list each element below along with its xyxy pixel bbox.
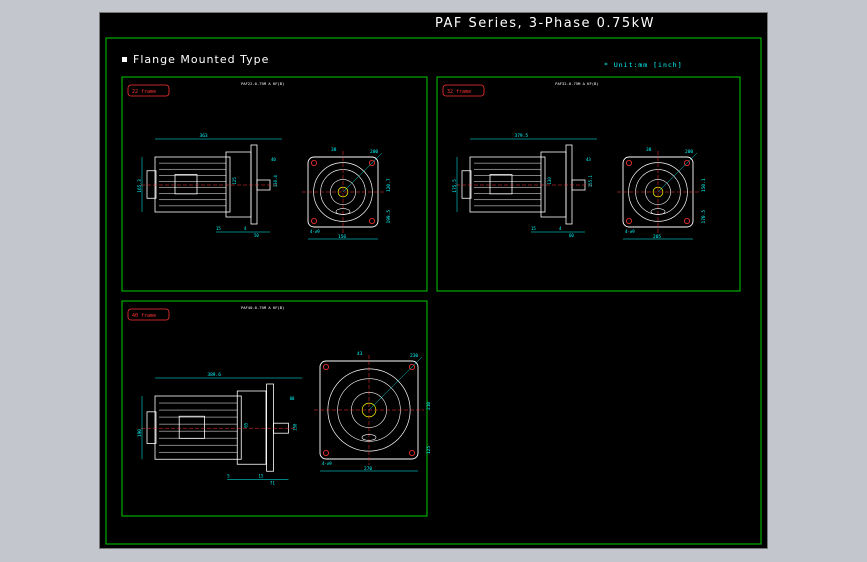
dim-flange: 150 [293, 423, 298, 431]
dim-length: 379.5 [515, 133, 529, 139]
dim-length: 363 [200, 133, 208, 139]
dim-small: 15 [531, 226, 536, 231]
motor-body [469, 156, 546, 213]
bolt-hole [408, 449, 415, 456]
bolt-hole [684, 217, 691, 224]
frame-tag: 32 frame [447, 89, 471, 95]
section-bullet [122, 57, 127, 62]
dim-w2: 125 [426, 446, 432, 454]
dim-flange: 130.4 [273, 175, 278, 188]
dim-bolt: 4-⌀9 [310, 229, 320, 234]
drawing-canvas: PAF Series, 3-Phase 0.75kW Flange Mounte… [105, 16, 762, 545]
dim-gearhead: 65 [243, 422, 248, 427]
dim-gearhead: 125 [232, 177, 237, 185]
dim-height: 190 [137, 429, 143, 437]
frame-tag: 40 frame [132, 313, 156, 319]
dim-shaft: 43 [586, 157, 591, 162]
bolt-hole [322, 363, 329, 370]
dim-d1: 4 [244, 226, 247, 231]
dim-p1: 38 [331, 147, 337, 153]
dim-shaft: 40 [271, 157, 276, 162]
frame-tag: 22 frame [132, 89, 156, 95]
model-label: PAF22-0.75M A KF(B) [241, 81, 284, 86]
motor-body [154, 156, 231, 213]
terminal-box [174, 174, 198, 195]
terminal-box [489, 174, 513, 195]
bolt-hole [310, 217, 317, 224]
dim-height: 165.3 [137, 179, 143, 193]
view-32-frame: 32 frame PAF32-0.75M A KF(B) 379.5 175.5 130… [436, 76, 741, 292]
dim-height: 175.5 [452, 179, 458, 193]
leader-line [368, 356, 423, 411]
leader-line [657, 152, 698, 193]
dim-p1: 38 [646, 147, 652, 153]
section-label: Flange Mounted Type [133, 53, 269, 66]
dim-gearhead: 130 [547, 177, 552, 185]
model-label: PAF40-0.75M A KF(B) [241, 305, 284, 310]
dim-dia: 200 [370, 149, 378, 155]
bolt-hole [322, 449, 329, 456]
dim-dia: 200 [685, 149, 693, 155]
bolt-hole [626, 217, 633, 224]
dim-d2: 71 [270, 480, 275, 485]
model-label: PAF32-0.75M A KF(B) [555, 81, 598, 86]
dim-length: 389.6 [207, 372, 221, 378]
bolt-hole [626, 159, 633, 166]
dim-flange: 155.1 [588, 175, 593, 188]
dim-bolt: 4-⌀9 [625, 229, 635, 234]
dim-width: 205 [653, 234, 661, 240]
dim-bolt: 4-⌀9 [322, 461, 332, 466]
dim-dia: 230 [410, 353, 418, 359]
dim-d2: 50 [254, 233, 259, 238]
dim-width: 270 [364, 466, 372, 472]
dim-width: 156 [338, 234, 346, 240]
drawing-sheet: PAF Series, 3-Phase 0.75kW Flange Mounte… [99, 12, 768, 549]
dim-n1: 150.1 [701, 178, 707, 192]
bolt-hole [368, 217, 375, 224]
dim-p1: 43 [357, 351, 363, 357]
leader-line [342, 152, 383, 193]
dim-n1: 210 [426, 402, 432, 410]
dim-n1: 120.7 [386, 178, 392, 192]
flange [250, 144, 258, 225]
dim-small: 5 [227, 473, 230, 478]
flange [565, 144, 573, 225]
terminal-box [178, 415, 205, 439]
unit-note: * Unit:mm [inch] [604, 61, 683, 69]
motor-body [154, 395, 242, 460]
bolt-hole [310, 159, 317, 166]
dim-w2: 199.5 [386, 210, 392, 224]
dim-small: 15 [216, 226, 221, 231]
dim-d1: 15 [259, 473, 264, 478]
flange [266, 383, 274, 472]
view-22-frame: 22 frame PAF22-0.75M A KF(B) 363 165.3 125 13… [121, 76, 428, 292]
dim-w2: 170.5 [701, 210, 707, 224]
dim-d1: 4 [559, 226, 562, 231]
view-40-frame: 40 frame PAF40-0.75M A KF(B) 389.6 190 65 150… [121, 300, 432, 517]
dim-d2: 60 [569, 233, 574, 238]
drawing-title: PAF Series, 3-Phase 0.75kW [435, 16, 655, 31]
dim-shaft: 80 [290, 396, 295, 401]
